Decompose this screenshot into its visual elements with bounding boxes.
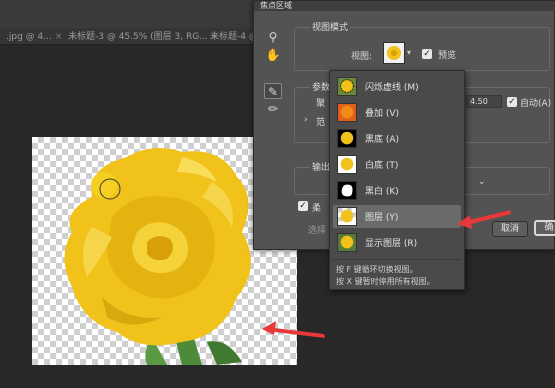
view-mode-heading: 视图模式: [310, 20, 351, 33]
view-label: 视图:: [351, 52, 373, 62]
red-arrow-annotation: [457, 210, 511, 229]
chevron-right-icon[interactable]: ›: [304, 115, 308, 125]
menu-item-black-white[interactable]: 黑白 (K): [333, 179, 461, 202]
magnifier-icon[interactable]: ⚲: [264, 29, 282, 45]
select-label: 选择: [308, 226, 327, 236]
view-thumbnail-icon: [384, 43, 404, 63]
tab-label: .jpg @ 4...: [6, 32, 52, 42]
soften-label: 柔: [312, 204, 322, 214]
preview-label: 预览: [438, 51, 457, 61]
view-dropdown-menu: 闪烁虚线 (M) 叠加 (V) 黑底 (A) 白底 (T) 黑白 (K) 图层 …: [329, 70, 465, 290]
tab-label: 未标题-3 @ 45.5% (图层 3, RG...: [68, 32, 208, 42]
menu-hint-cycle: 按 F 键循环切换视图。: [336, 265, 418, 274]
param-label-1: 聚: [316, 99, 326, 109]
preview-checkbox[interactable]: ✓: [422, 49, 432, 59]
chevron-down-icon[interactable]: ▾: [407, 44, 415, 62]
on-layers-thumb-icon: [337, 207, 357, 226]
chevron-down-icon[interactable]: ⌄: [478, 177, 486, 187]
menu-item-on-black[interactable]: 黑底 (A): [333, 127, 461, 150]
menu-hint-disable: 按 X 键暂时停用所有视图。: [336, 277, 435, 286]
overlay-thumb-icon: [337, 103, 357, 122]
menu-item-overlay[interactable]: 叠加 (V): [333, 101, 461, 124]
view-selector[interactable]: [383, 42, 405, 64]
menu-item-on-layers[interactable]: 图层 (Y): [333, 205, 461, 228]
menu-item-marching-ants[interactable]: 闪烁虚线 (M): [333, 75, 461, 98]
menu-item-label: 显示图层 (R): [365, 239, 418, 249]
black-white-thumb-icon: [337, 181, 357, 200]
menu-item-label: 闪烁虚线 (M): [365, 83, 419, 93]
menu-item-label: 白底 (T): [365, 161, 399, 171]
ok-button[interactable]: 确: [534, 220, 555, 236]
auto-checkbox[interactable]: ✓: [507, 97, 517, 107]
menu-item-label: 叠加 (V): [365, 109, 400, 119]
param-label-2: 范: [316, 118, 326, 128]
on-black-thumb-icon: [337, 129, 357, 148]
document-tab-2[interactable]: 未标题-3 @ 45.5% (图层 3, RG... ×: [62, 31, 224, 45]
red-arrow-annotation: [262, 321, 325, 338]
brush-add-icon[interactable]: ✎: [264, 83, 282, 99]
brush-subtract-icon[interactable]: ✏: [264, 101, 282, 117]
menu-item-label: 黑底 (A): [365, 135, 400, 145]
reveal-layer-thumb-icon: [337, 233, 357, 252]
document-tab-1[interactable]: .jpg @ 4... ×: [0, 31, 68, 45]
menu-item-reveal-layer[interactable]: 显示图层 (R): [333, 231, 461, 254]
menu-item-label: 图层 (Y): [365, 213, 399, 223]
menu-item-on-white[interactable]: 白底 (T): [333, 153, 461, 176]
menu-item-label: 黑白 (K): [365, 187, 399, 197]
on-white-thumb-icon: [337, 155, 357, 174]
menu-divider: [333, 259, 461, 260]
dialog-title: 焦点区域: [254, 1, 555, 11]
dialog-tool-strip: ⚲ ✋ ✎ ✏: [260, 21, 286, 121]
hand-icon[interactable]: ✋: [264, 47, 282, 63]
marching-ants-thumb-icon: [337, 77, 357, 96]
param-value-field[interactable]: 4.50: [466, 95, 502, 108]
auto-label: 自动(A): [520, 99, 552, 109]
soften-checkbox[interactable]: ✓: [298, 201, 308, 211]
